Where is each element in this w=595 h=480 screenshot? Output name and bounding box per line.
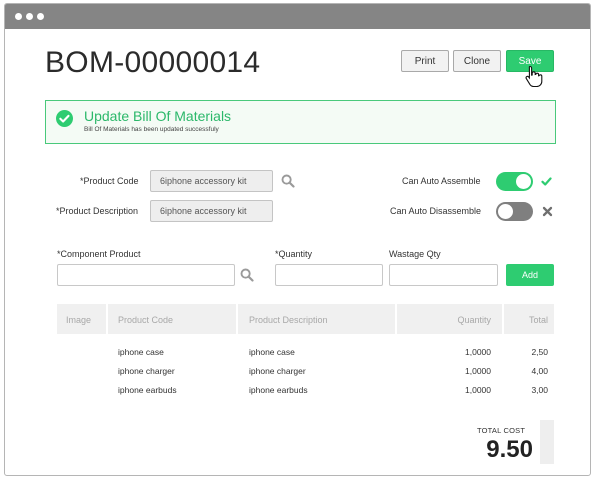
row-product-description: iphone case: [249, 347, 295, 357]
component-product-label: *Component Product: [57, 249, 141, 259]
search-icon[interactable]: [281, 174, 295, 188]
alert-message: Bill Of Materials has been updated succe…: [84, 126, 219, 133]
column-divider: [106, 304, 108, 334]
row-product-code: iphone earbuds: [118, 385, 177, 395]
app-window: BOM-00000014 Print Clone Save Update Bil…: [4, 3, 591, 476]
product-code-label: *Product Code: [80, 176, 139, 186]
window-dot: [26, 13, 33, 20]
check-circle-icon: [56, 110, 73, 127]
row-product-description: iphone charger: [249, 366, 306, 376]
total-cost-bar: [540, 420, 554, 464]
print-button[interactable]: Print: [401, 50, 449, 72]
wastage-qty-label: Wastage Qty: [389, 249, 441, 259]
wastage-qty-input[interactable]: [389, 264, 498, 286]
total-cost-value: 9.50: [486, 436, 533, 463]
column-header-image: Image: [66, 315, 92, 325]
can-auto-disassemble-toggle[interactable]: [496, 202, 533, 221]
row-total: 2,50: [531, 347, 548, 357]
total-cost-label: TOTAL COST: [477, 426, 526, 435]
clone-button[interactable]: Clone: [453, 50, 501, 72]
search-icon[interactable]: [240, 268, 254, 282]
close-icon: [542, 206, 553, 217]
can-auto-disassemble-label: Can Auto Disassemble: [390, 206, 482, 216]
column-header-product-code: Product Code: [118, 315, 174, 325]
alert-title: Update Bill Of Materials: [84, 108, 232, 124]
add-button[interactable]: Add: [506, 264, 554, 286]
column-header-total: Total: [528, 315, 548, 325]
quantity-input[interactable]: [275, 264, 383, 286]
row-product-code: iphone case: [118, 347, 164, 357]
can-auto-assemble-label: Can Auto Assemble: [402, 176, 481, 186]
column-divider: [502, 304, 504, 334]
column-divider: [236, 304, 238, 334]
check-icon: [541, 177, 552, 186]
quantity-label: *Quantity: [275, 249, 313, 259]
window-dot: [15, 13, 22, 20]
row-quantity: 1,0000: [465, 385, 491, 395]
row-total: 4,00: [531, 366, 548, 376]
product-description-field[interactable]: 6iphone accessory kit: [150, 200, 273, 222]
product-description-label: *Product Description: [56, 206, 139, 216]
row-quantity: 1,0000: [465, 347, 491, 357]
success-alert: Update Bill Of Materials Bill Of Materia…: [45, 100, 556, 144]
row-product-description: iphone earbuds: [249, 385, 308, 395]
product-code-field[interactable]: 6iphone accessory kit: [150, 170, 273, 192]
column-divider: [395, 304, 397, 334]
row-quantity: 1,0000: [465, 366, 491, 376]
window-titlebar: [5, 4, 590, 29]
column-header-product-description: Product Description: [249, 315, 328, 325]
can-auto-assemble-toggle[interactable]: [496, 172, 533, 191]
page-title: BOM-00000014: [45, 46, 261, 79]
component-product-input[interactable]: [57, 264, 235, 286]
window-dot: [37, 13, 44, 20]
row-product-code: iphone charger: [118, 366, 175, 376]
hand-pointer-icon: [525, 65, 543, 87]
column-header-quantity: Quantity: [457, 315, 491, 325]
row-total: 3,00: [531, 385, 548, 395]
